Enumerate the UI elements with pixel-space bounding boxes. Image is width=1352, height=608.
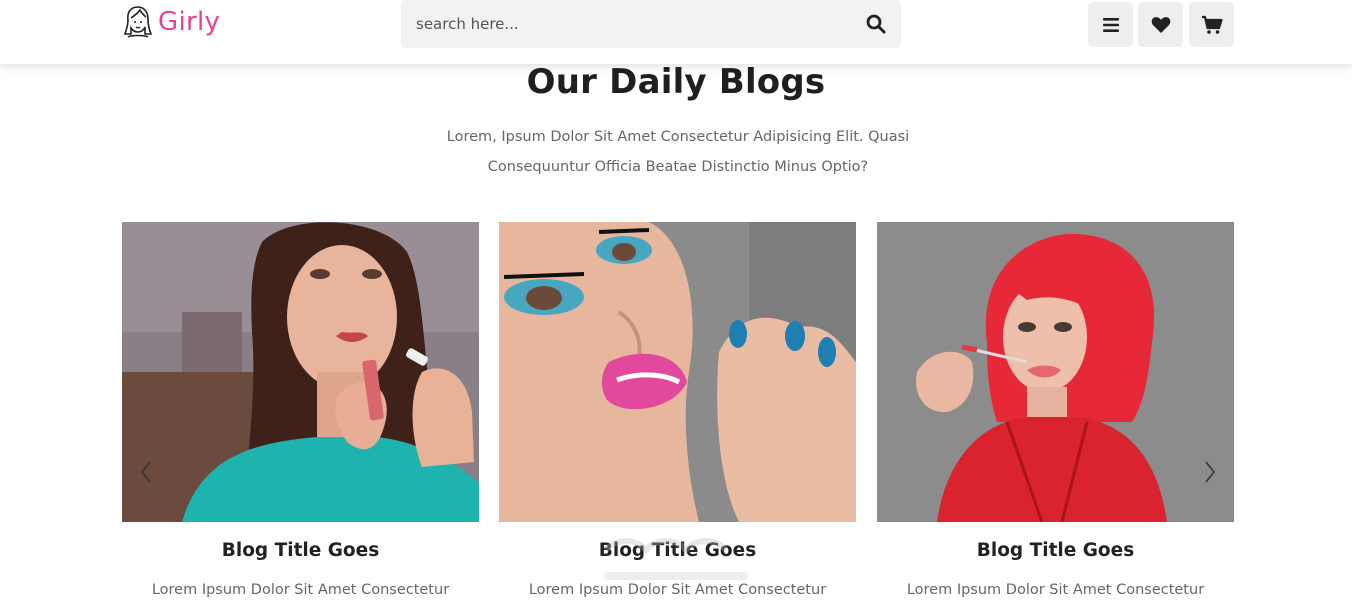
blog-image[interactable] <box>877 222 1234 522</box>
heart-icon <box>1151 16 1170 33</box>
blog-title[interactable]: Blog Title Goes <box>499 540 856 561</box>
section-title: Our Daily Blogs <box>526 62 826 102</box>
blog-title[interactable]: Blog Title Goes <box>877 540 1234 561</box>
chevron-left-icon <box>140 461 151 483</box>
wishlist-button[interactable] <box>1138 2 1183 47</box>
blog-photo-lipstick <box>122 222 479 522</box>
site-header: Girly <box>0 0 1352 64</box>
cart-button[interactable] <box>1189 2 1234 47</box>
menu-button[interactable] <box>1088 2 1133 47</box>
blog-card[interactable]: Blog Title Goes Lorem Ipsum Dolor Sit Am… <box>122 222 479 598</box>
blog-image[interactable] <box>122 222 479 522</box>
blog-card[interactable]: Blog Title Goes Lorem Ipsum Dolor Sit Am… <box>499 222 856 598</box>
blog-image[interactable] <box>499 222 856 522</box>
cart-icon <box>1201 15 1223 34</box>
search-bar <box>401 0 901 48</box>
blog-excerpt: Lorem Ipsum Dolor Sit Amet Consectetur <box>151 582 450 598</box>
blog-excerpt: Lorem Ipsum Dolor Sit Amet Consectetur <box>528 582 827 598</box>
menu-icon <box>1102 17 1119 32</box>
search-icon <box>866 14 886 34</box>
blog-photo-red-hair <box>877 222 1234 522</box>
search-button[interactable] <box>851 0 901 48</box>
chevron-right-icon <box>1205 461 1216 483</box>
girl-logo-icon <box>123 6 153 38</box>
logo[interactable]: Girly <box>122 2 220 42</box>
logo-text: Girly <box>158 7 221 37</box>
carousel-prev-button[interactable] <box>132 458 160 486</box>
section-subtitle: Lorem, Ipsum Dolor Sit Amet Consectetur … <box>446 129 910 175</box>
blog-photo-nails <box>499 222 856 522</box>
blog-title[interactable]: Blog Title Goes <box>122 540 479 561</box>
search-input[interactable] <box>401 0 851 48</box>
carousel-next-button[interactable] <box>1196 458 1224 486</box>
blog-excerpt: Lorem Ipsum Dolor Sit Amet Consectetur <box>906 582 1205 598</box>
blog-card[interactable]: Blog Title Goes Lorem Ipsum Dolor Sit Am… <box>877 222 1234 598</box>
